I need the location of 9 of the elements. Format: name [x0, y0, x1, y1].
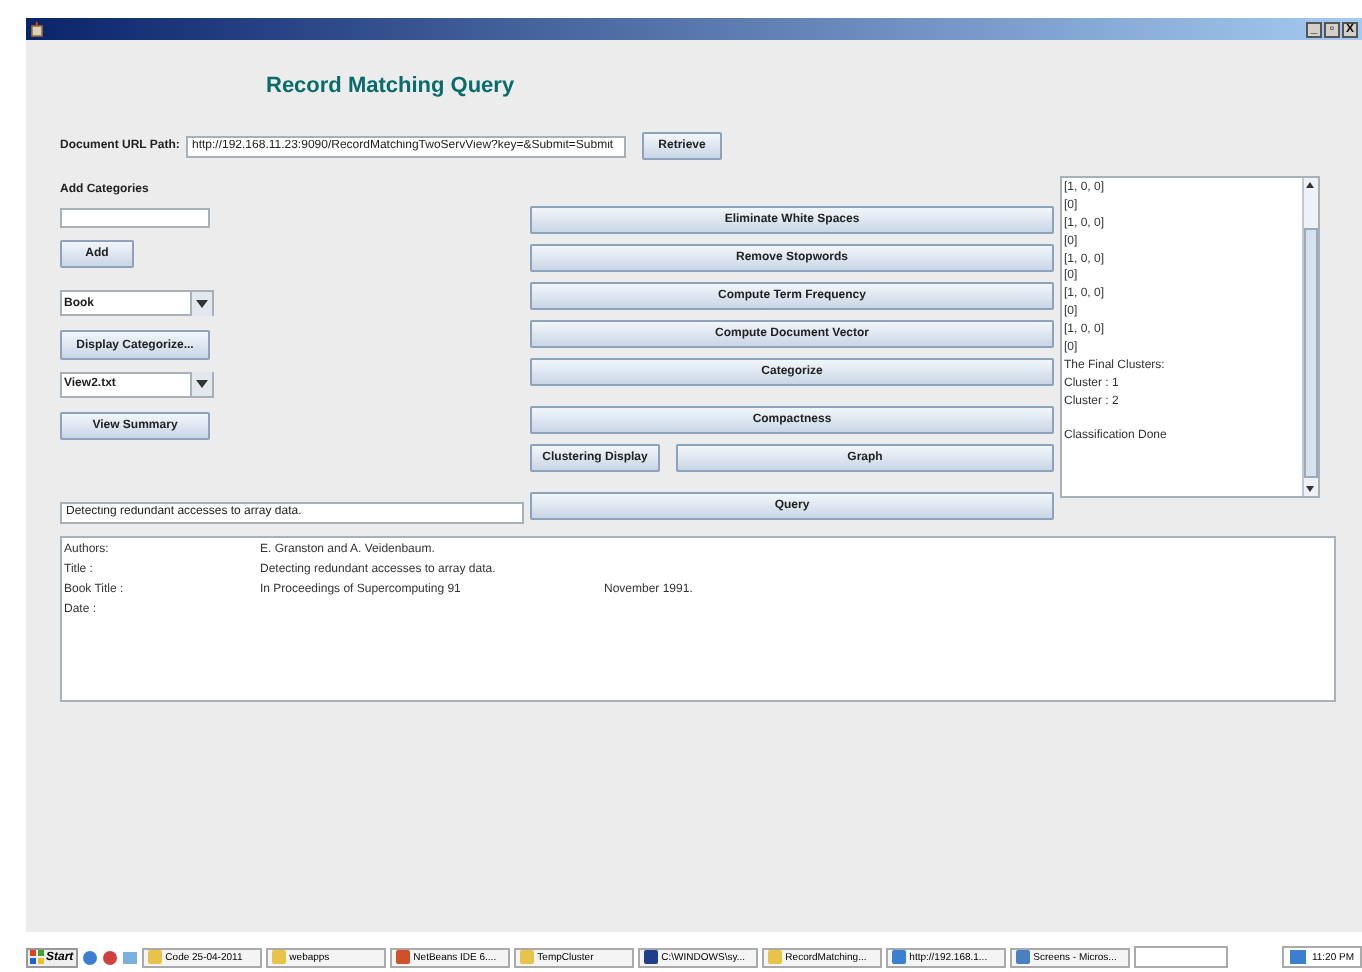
- cup-icon: [30, 20, 46, 38]
- taskbar-address-field[interactable]: [1133, 946, 1228, 968]
- category-input-field[interactable]: [60, 208, 210, 229]
- ball-icon[interactable]: [101, 949, 118, 965]
- scrollbar[interactable]: [1302, 178, 1318, 496]
- scroll-up-icon[interactable]: [1304, 178, 1316, 192]
- scroll-down-icon[interactable]: [1304, 482, 1316, 496]
- page-heading: Record Matching Query: [266, 74, 517, 102]
- windows-flag-icon: [30, 950, 44, 964]
